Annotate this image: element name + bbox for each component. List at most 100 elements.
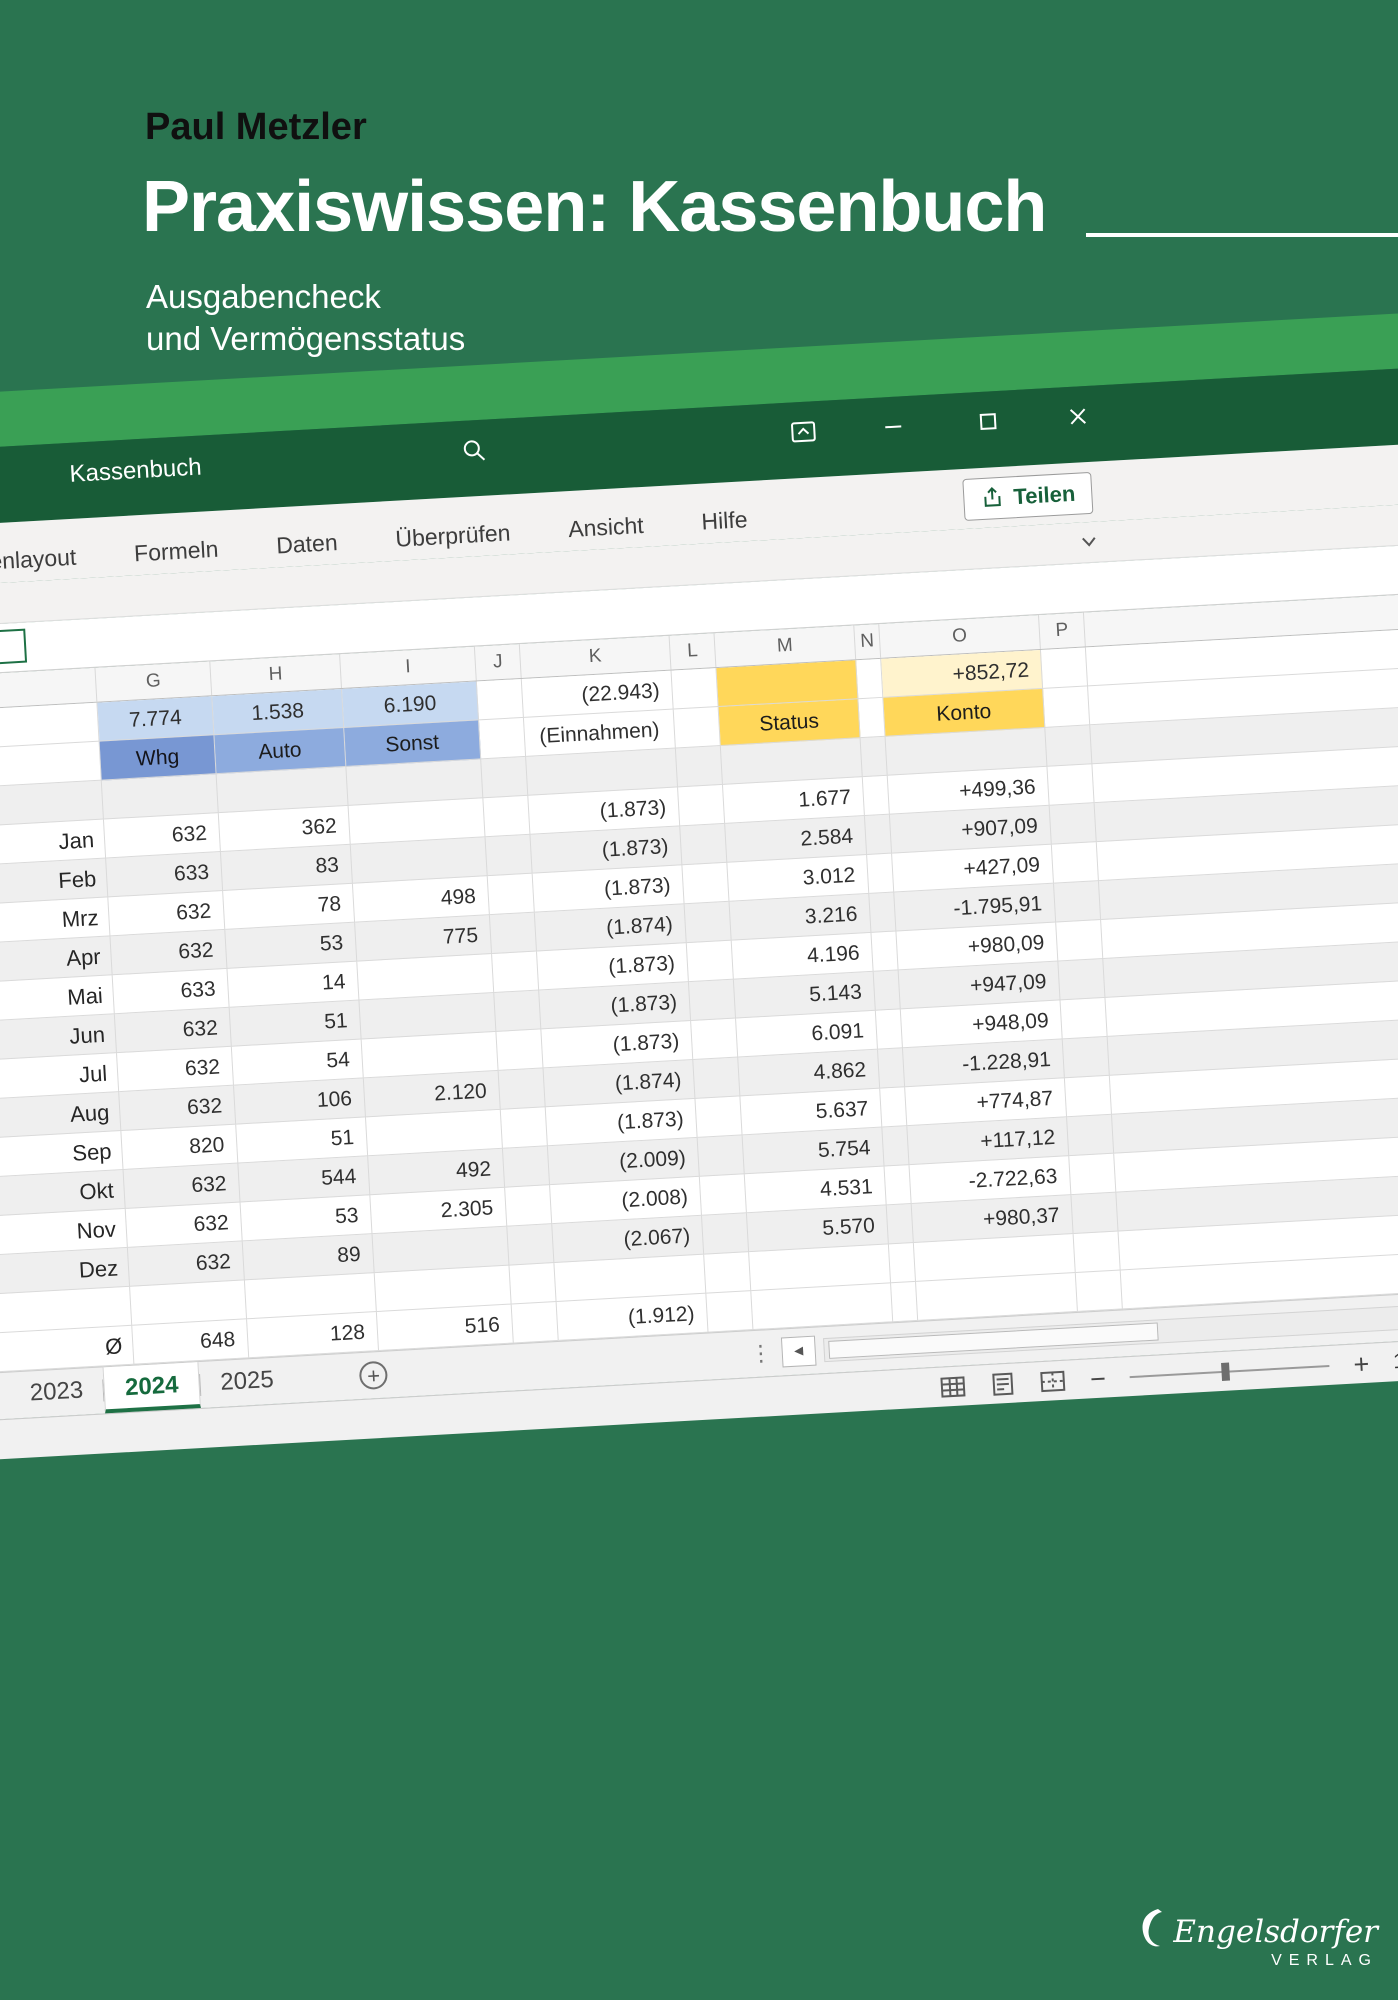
ribbon-tab-ansicht[interactable]: Ansicht bbox=[568, 512, 645, 543]
cell[interactable]: Whg bbox=[100, 735, 217, 780]
ribbon-tab-daten[interactable]: Daten bbox=[276, 529, 339, 559]
cell[interactable] bbox=[505, 1185, 552, 1226]
column-header-G[interactable]: G bbox=[95, 661, 212, 701]
cell[interactable] bbox=[874, 970, 901, 1010]
cell[interactable] bbox=[685, 902, 732, 943]
tab-splitter-handle[interactable]: ⋮ bbox=[749, 1340, 772, 1367]
cell[interactable] bbox=[885, 1165, 912, 1205]
cell[interactable] bbox=[687, 941, 734, 982]
cell[interactable] bbox=[1056, 920, 1103, 961]
cell[interactable] bbox=[503, 1146, 550, 1187]
sheet-tab-2025[interactable]: 2025 bbox=[199, 1357, 295, 1408]
cell[interactable]: 632 bbox=[119, 1086, 236, 1131]
ribbon-tab-überprüfen[interactable]: Überprüfen bbox=[395, 519, 511, 552]
cell[interactable] bbox=[704, 1252, 751, 1293]
cell[interactable] bbox=[488, 874, 535, 915]
cell[interactable]: 632 bbox=[124, 1164, 241, 1209]
cell[interactable] bbox=[481, 757, 528, 798]
sheet-tab-2024[interactable]: 2024 bbox=[103, 1362, 201, 1413]
cell[interactable] bbox=[486, 835, 533, 876]
cell[interactable] bbox=[698, 1135, 745, 1176]
cell[interactable] bbox=[479, 718, 526, 759]
ribbon-tab-hilfe[interactable]: Hilfe bbox=[701, 506, 748, 536]
zoom-slider-handle[interactable] bbox=[1221, 1362, 1230, 1380]
cell[interactable] bbox=[1050, 803, 1097, 844]
cell[interactable] bbox=[861, 737, 888, 777]
cell[interactable] bbox=[1076, 1270, 1123, 1311]
cell[interactable] bbox=[680, 824, 727, 865]
cell[interactable]: 7.774 bbox=[97, 696, 214, 741]
cell[interactable] bbox=[1047, 764, 1094, 805]
cell[interactable] bbox=[882, 1126, 909, 1166]
column-header-P[interactable]: P bbox=[1039, 612, 1086, 648]
cell[interactable]: 633 bbox=[106, 852, 223, 897]
cell[interactable] bbox=[507, 1224, 554, 1265]
cell[interactable] bbox=[512, 1302, 559, 1343]
cell[interactable] bbox=[876, 1009, 903, 1049]
cell[interactable] bbox=[682, 863, 729, 904]
cell[interactable]: 632 bbox=[104, 813, 221, 858]
cell[interactable] bbox=[1054, 881, 1101, 922]
cell[interactable] bbox=[477, 679, 524, 720]
maximize-button[interactable] bbox=[967, 400, 1009, 442]
cell[interactable] bbox=[891, 1282, 918, 1322]
page-break-view-icon[interactable] bbox=[1040, 1368, 1067, 1393]
cell[interactable] bbox=[878, 1048, 905, 1088]
zoom-in-button[interactable]: + bbox=[1352, 1343, 1370, 1384]
cell[interactable] bbox=[1067, 1115, 1114, 1156]
cell[interactable] bbox=[496, 1029, 543, 1070]
cell[interactable] bbox=[102, 774, 219, 819]
minimize-button[interactable] bbox=[872, 406, 914, 448]
cell[interactable] bbox=[1052, 842, 1099, 883]
cell[interactable] bbox=[869, 893, 896, 933]
cell[interactable] bbox=[1061, 998, 1108, 1039]
cell[interactable] bbox=[672, 668, 719, 709]
cell[interactable] bbox=[1069, 1154, 1116, 1195]
cell[interactable] bbox=[695, 1096, 742, 1137]
cell[interactable]: 820 bbox=[121, 1125, 238, 1170]
cell[interactable] bbox=[689, 980, 736, 1021]
cell[interactable] bbox=[887, 1204, 914, 1244]
zoom-out-button[interactable]: − bbox=[1089, 1358, 1107, 1399]
cell[interactable] bbox=[706, 1291, 753, 1332]
name-box[interactable] bbox=[0, 629, 27, 667]
column-header-L[interactable]: L bbox=[670, 633, 717, 669]
cell[interactable] bbox=[856, 659, 883, 699]
cell[interactable] bbox=[678, 785, 725, 826]
cell[interactable] bbox=[880, 1087, 907, 1127]
cell[interactable] bbox=[1071, 1193, 1118, 1234]
cell[interactable] bbox=[509, 1263, 556, 1304]
cell[interactable] bbox=[871, 931, 898, 971]
normal-view-icon[interactable] bbox=[940, 1374, 967, 1399]
ribbon-tab-enlayout[interactable]: enlayout bbox=[0, 544, 77, 576]
ribbon-collapse-button[interactable] bbox=[1075, 527, 1103, 559]
ribbon-tab-formeln[interactable]: Formeln bbox=[133, 536, 219, 568]
cell[interactable] bbox=[483, 796, 530, 837]
cell[interactable] bbox=[499, 1068, 546, 1109]
cell[interactable] bbox=[1058, 959, 1105, 1000]
cell[interactable] bbox=[494, 990, 541, 1031]
ribbon-display-options-button[interactable] bbox=[782, 411, 824, 453]
cell[interactable] bbox=[1065, 1076, 1112, 1117]
cell[interactable] bbox=[1043, 686, 1090, 727]
cell[interactable] bbox=[1041, 647, 1088, 688]
cell[interactable] bbox=[1063, 1037, 1110, 1078]
search-button[interactable] bbox=[453, 429, 495, 471]
cell[interactable] bbox=[1045, 725, 1092, 766]
cell[interactable] bbox=[676, 746, 723, 787]
cell[interactable] bbox=[501, 1107, 548, 1148]
cell[interactable] bbox=[674, 707, 721, 748]
cell[interactable]: 648 bbox=[132, 1319, 249, 1364]
cell[interactable]: 632 bbox=[128, 1241, 245, 1286]
scrollbar-thumb[interactable] bbox=[828, 1322, 1158, 1358]
scroll-left-button[interactable]: ◄ bbox=[781, 1336, 817, 1368]
column-header-N[interactable]: N bbox=[854, 624, 881, 659]
cell[interactable] bbox=[889, 1243, 916, 1283]
cell[interactable]: 632 bbox=[108, 891, 225, 936]
cell[interactable] bbox=[693, 1057, 740, 1098]
cell[interactable] bbox=[492, 952, 539, 993]
share-button[interactable]: Teilen bbox=[962, 472, 1093, 521]
cell[interactable] bbox=[130, 1280, 247, 1325]
close-button[interactable] bbox=[1057, 395, 1099, 437]
add-sheet-button[interactable]: + bbox=[359, 1361, 389, 1391]
